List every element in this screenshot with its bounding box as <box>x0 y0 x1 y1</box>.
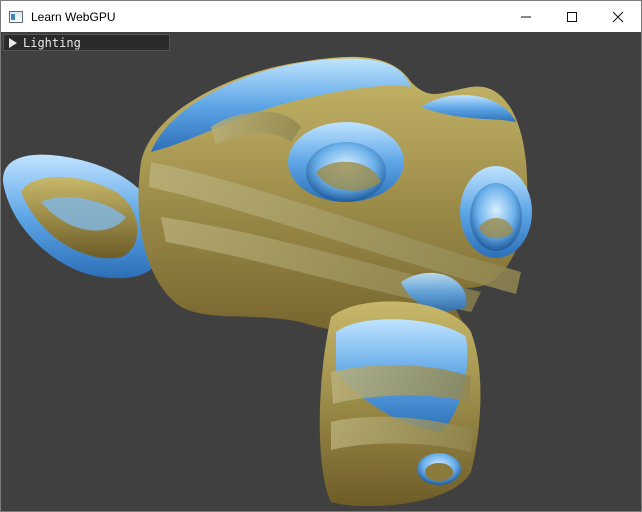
minimize-icon <box>521 16 531 17</box>
window-controls <box>503 1 641 32</box>
close-button[interactable] <box>595 1 641 32</box>
render-viewport[interactable]: Lighting <box>1 32 641 511</box>
triangle-right-icon[interactable] <box>9 37 17 48</box>
lighting-panel-header[interactable]: Lighting <box>3 34 170 51</box>
window-title: Learn WebGPU <box>31 9 116 24</box>
lighting-panel-label: Lighting <box>23 35 81 50</box>
monkey-head-render <box>2 56 532 507</box>
minimize-button[interactable] <box>503 1 549 32</box>
title-bar[interactable]: Learn WebGPU <box>1 1 641 32</box>
maximize-icon <box>567 11 577 22</box>
app-window-icon <box>9 10 23 23</box>
app-window: Learn WebGPU Lighting <box>0 0 642 512</box>
close-icon <box>612 11 624 22</box>
maximize-button[interactable] <box>549 1 595 32</box>
